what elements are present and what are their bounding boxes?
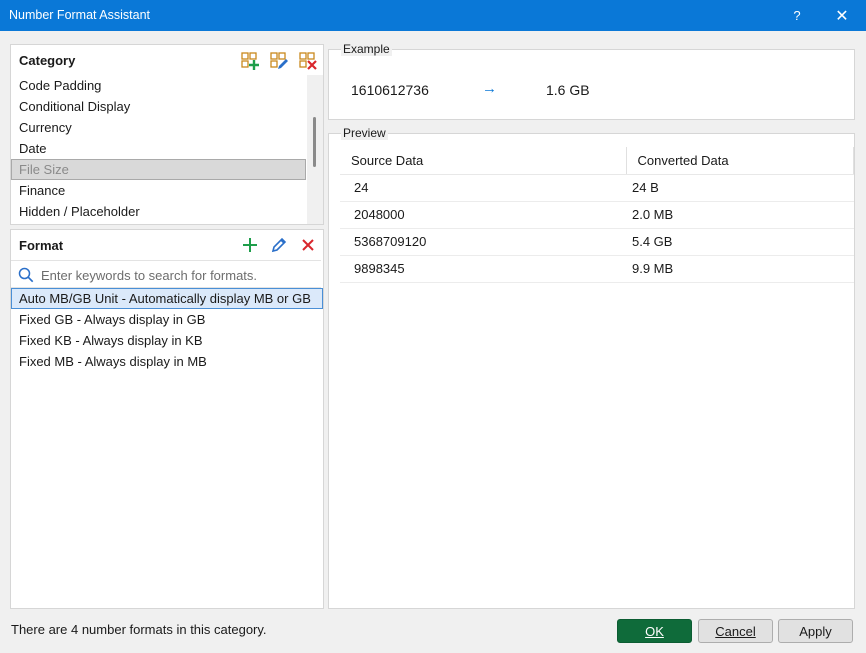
add-format-icon[interactable] (240, 235, 259, 254)
format-item-fixed-mb[interactable]: Fixed MB - Always display in MB (11, 351, 323, 372)
category-item-file-size[interactable]: File Size (11, 159, 306, 180)
preview-label: Preview (341, 126, 388, 140)
cancel-button-label: Cancel (715, 623, 756, 639)
converted-cell: 24 B (626, 174, 854, 202)
title-bar: Number Format Assistant ? ✕ (0, 0, 866, 31)
preview-table: Source Data Converted Data 24 24 B 20480… (340, 147, 854, 283)
delete-category-icon[interactable] (298, 51, 317, 70)
table-row: 24 24 B (340, 174, 854, 202)
search-icon (18, 267, 34, 286)
example-group: Example 1610612736 → 1.6 GB (328, 43, 855, 120)
preview-header-row: Source Data Converted Data (340, 147, 854, 175)
category-item-date[interactable]: Date (11, 138, 307, 159)
format-item-auto-mb-gb[interactable]: Auto MB/GB Unit - Automatically display … (11, 288, 323, 309)
example-label: Example (341, 42, 392, 56)
apply-button[interactable]: Apply (778, 619, 853, 643)
edit-format-icon[interactable] (269, 235, 288, 254)
converted-cell: 5.4 GB (626, 228, 854, 256)
category-scrollbar-thumb[interactable] (313, 117, 316, 167)
converted-cell: 9.9 MB (626, 255, 854, 283)
format-panel: Format Auto MB/GB Unit - Automatically d… (10, 229, 324, 609)
format-list: Auto MB/GB Unit - Automatically display … (11, 288, 323, 372)
category-item-conditional-display[interactable]: Conditional Display (11, 96, 307, 117)
example-result-value: 1.6 GB (546, 82, 590, 98)
source-cell: 5368709120 (340, 228, 626, 256)
column-header-source[interactable]: Source Data (340, 147, 627, 175)
window-title: Number Format Assistant (9, 8, 151, 22)
converted-cell: 2.0 MB (626, 201, 854, 229)
close-icon: ✕ (835, 7, 849, 25)
help-button[interactable]: ? (777, 0, 817, 31)
category-item-finance[interactable]: Finance (11, 180, 307, 201)
example-source-value: 1610612736 (351, 82, 429, 98)
category-list: Code Padding Conditional Display Currenc… (11, 75, 307, 224)
table-row: 9898345 9.9 MB (340, 255, 854, 283)
help-icon: ? (793, 8, 801, 23)
arrow-right-icon: → (482, 80, 497, 97)
source-cell: 2048000 (340, 201, 626, 229)
format-item-fixed-kb[interactable]: Fixed KB - Always display in KB (11, 330, 323, 351)
category-item-currency[interactable]: Currency (11, 117, 307, 138)
format-label: Format (19, 238, 64, 253)
cancel-button[interactable]: Cancel (698, 619, 773, 643)
column-header-converted[interactable]: Converted Data (626, 147, 854, 175)
source-cell: 24 (340, 174, 626, 202)
table-row: 5368709120 5.4 GB (340, 228, 854, 256)
delete-format-icon[interactable] (298, 235, 317, 254)
status-text: There are 4 number formats in this categ… (11, 622, 267, 637)
category-panel: Category Code Padding Conditional Displa… (10, 44, 324, 225)
category-label: Category (19, 53, 76, 68)
preview-group: Preview Source Data Converted Data 24 24… (328, 127, 855, 609)
add-category-icon[interactable] (240, 51, 259, 70)
format-item-fixed-gb[interactable]: Fixed GB - Always display in GB (11, 309, 323, 330)
category-item-code-padding[interactable]: Code Padding (11, 75, 307, 96)
category-header: Category (11, 45, 323, 75)
source-cell: 9898345 (340, 255, 626, 283)
table-row: 2048000 2.0 MB (340, 201, 854, 229)
ok-button-label: OK (645, 623, 664, 639)
apply-button-label: Apply (799, 623, 832, 639)
category-item-hidden-placeholder[interactable]: Hidden / Placeholder (11, 201, 307, 222)
edit-category-icon[interactable] (269, 51, 288, 70)
format-search-input[interactable] (41, 265, 311, 285)
format-header: Format (11, 230, 323, 260)
category-scrollbar[interactable] (307, 75, 323, 224)
ok-button[interactable]: OK (617, 619, 692, 643)
close-button[interactable]: ✕ (822, 0, 862, 31)
format-search-box (11, 260, 321, 288)
